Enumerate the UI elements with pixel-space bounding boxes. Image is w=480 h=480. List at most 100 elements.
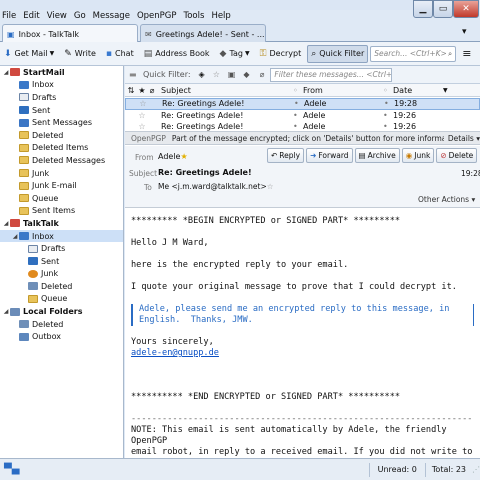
message-row[interactable]: ☆ Re: Greetings Adele! • Adele • 19:28 xyxy=(125,98,480,110)
pin-icon[interactable]: ▬ xyxy=(129,70,139,79)
contact-filter-icon[interactable]: ▣ xyxy=(228,70,236,79)
twisty-icon[interactable]: ◢ xyxy=(2,308,10,315)
star-icon[interactable]: ☆ xyxy=(138,99,148,108)
menu-view[interactable]: View xyxy=(47,11,67,21)
tag-filter-icon[interactable]: ◆ xyxy=(243,70,249,79)
email-link[interactable]: adele-en@gnupp.de xyxy=(131,348,219,358)
folder-junk-e-mail[interactable]: Junk E-mail xyxy=(0,179,123,192)
attachment-column-icon[interactable]: ⌀ xyxy=(147,86,157,95)
chat-label: Chat xyxy=(115,49,134,58)
address-book-button[interactable]: ▤ Address Book xyxy=(140,45,214,63)
menu-tools[interactable]: Tools xyxy=(183,11,204,21)
star-filter-icon[interactable]: ☆ xyxy=(213,70,220,79)
junk-column-icon[interactable]: ◦ xyxy=(383,86,393,95)
details-button[interactable]: Details ▾ xyxy=(448,134,480,143)
folder-sent-messages[interactable]: Sent Messages xyxy=(0,116,123,129)
forward-button[interactable]: ➜ Forward xyxy=(306,148,353,163)
folder-inbox[interactable]: ◢ Inbox xyxy=(0,229,123,243)
local-icon xyxy=(10,307,20,316)
read-column-icon[interactable]: ◦ xyxy=(293,86,303,95)
write-button[interactable]: ✎ Write xyxy=(60,45,100,63)
chat-icon: ▪ xyxy=(105,48,113,59)
chat-button[interactable]: ▪ Chat xyxy=(102,45,138,63)
folder-junk[interactable]: Junk xyxy=(0,268,123,281)
folder-label: Local Folders xyxy=(23,307,83,317)
inbox-icon: ▣ xyxy=(7,29,15,39)
folder-icon xyxy=(19,181,29,190)
menu-edit[interactable]: Edit xyxy=(23,11,39,21)
other-actions-button[interactable]: Other Actions ▾ xyxy=(418,195,475,204)
menu-file[interactable]: File xyxy=(2,11,16,21)
twisty-icon[interactable]: ◢ xyxy=(11,233,19,240)
decrypt-button[interactable]: ⚿ Decrypt xyxy=(256,45,306,63)
account-startmail[interactable]: ◢ StartMail xyxy=(0,66,123,79)
junk-button[interactable]: ◉ Junk xyxy=(401,148,435,163)
account-local-folders[interactable]: ◢ Local Folders xyxy=(0,305,123,318)
folder-drafts[interactable]: Drafts xyxy=(0,242,123,255)
menu-openpgp[interactable]: OpenPGP xyxy=(137,11,177,21)
folder-deleted-items[interactable]: Deleted Items xyxy=(0,142,123,155)
tab-message[interactable]: ✉ Greetings Adele! - Sent - ... ✕ xyxy=(140,24,266,43)
folder-drafts[interactable]: Drafts xyxy=(0,91,123,104)
unread-dot-icon: • xyxy=(293,122,298,132)
twisty-icon[interactable]: ◢ xyxy=(2,69,10,76)
folder-deleted[interactable]: Deleted xyxy=(0,129,123,142)
tab-inbox[interactable]: ▣ Inbox - TalkTalk xyxy=(2,24,138,43)
quick-filter-button[interactable]: ⌕ Quick Filter xyxy=(307,44,369,63)
twisty-icon[interactable]: ◢ xyxy=(2,220,10,227)
message-actions: ↶ Reply ➜ Forward ▤ Archive ◉ Junk ⊘ Delete xyxy=(267,148,478,163)
app-menu-icon[interactable]: ≡ xyxy=(458,45,475,63)
tab-list-icon[interactable]: ▾ xyxy=(462,27,467,37)
get-mail-button[interactable]: ⬇ Get Mail ▼ xyxy=(0,45,58,63)
from-column-header[interactable]: From xyxy=(303,86,383,95)
star-outline-icon[interactable]: ☆ xyxy=(267,182,274,191)
subject-column-header[interactable]: Subject xyxy=(157,86,293,95)
folder-deleted[interactable]: Deleted xyxy=(0,280,123,293)
folder-deleted-messages[interactable]: Deleted Messages xyxy=(0,154,123,167)
tag-button[interactable]: ◆ Tag ▼ xyxy=(216,45,254,63)
star-column-icon[interactable]: ★ xyxy=(137,86,147,95)
subject-label: Subject xyxy=(129,169,158,178)
folder-sent[interactable]: Sent xyxy=(0,104,123,117)
folder-queue[interactable]: Queue xyxy=(0,293,123,306)
folder-junk[interactable]: Junk xyxy=(0,167,123,180)
folder-sent-items[interactable]: Sent Items xyxy=(0,205,123,218)
attachment-filter-icon[interactable]: ⌀ xyxy=(260,70,265,79)
thread-column-icon[interactable]: ⇅ xyxy=(125,86,137,95)
get-mail-label: Get Mail xyxy=(14,49,48,58)
star-icon[interactable]: ★ xyxy=(180,152,187,161)
reply-button[interactable]: ↶ Reply xyxy=(267,148,305,163)
resize-grip-icon[interactable]: ⋰ xyxy=(472,465,480,474)
folder-label: Deleted xyxy=(32,319,64,329)
delete-button[interactable]: ⊘ Delete xyxy=(436,148,478,163)
envelope-icon: ✉ xyxy=(145,29,152,39)
folder-label: Deleted xyxy=(41,281,73,291)
quoted-text: Adele, please send me an encrypted reply… xyxy=(131,304,474,326)
archive-button[interactable]: ▤ Archive xyxy=(354,148,400,163)
unread-dot-icon: • xyxy=(293,110,298,120)
menu-help[interactable]: Help xyxy=(211,11,230,21)
to-value[interactable]: Me <j.m.ward@talktalk.net>☆ xyxy=(158,182,274,191)
tab-message-label: Greetings Adele! - Sent - ... xyxy=(155,29,265,39)
search-input[interactable]: Search... <Ctrl+K> ⌕ xyxy=(370,45,457,62)
folder-inbox[interactable]: Inbox xyxy=(0,79,123,92)
folder-outbox[interactable]: Outbox xyxy=(0,330,123,343)
unread-filter-icon[interactable]: ◈ xyxy=(199,70,205,79)
folder-deleted[interactable]: Deleted xyxy=(0,318,123,331)
message-row[interactable]: ☆ Re: Greetings Adele! • Adele • 19:26 xyxy=(125,110,480,122)
online-status-icon[interactable]: ▀▄ xyxy=(4,464,19,475)
folder-sent[interactable]: Sent xyxy=(0,255,123,268)
from-value[interactable]: Adele★ xyxy=(158,152,188,161)
folder-queue[interactable]: Queue xyxy=(0,192,123,205)
menu-go[interactable]: Go xyxy=(74,11,86,21)
star-icon[interactable]: ☆ xyxy=(137,111,147,120)
status-bar: ▀▄ Unread: 0 Total: 23 ⋰ xyxy=(0,458,480,480)
other-actions-label: Other Actions xyxy=(418,195,470,204)
account-talktalk[interactable]: ◢ TalkTalk xyxy=(0,217,123,230)
menu-message[interactable]: Message xyxy=(93,11,130,21)
star-icon[interactable]: ☆ xyxy=(137,122,147,131)
folder-label: StartMail xyxy=(23,67,65,77)
date-column-header[interactable]: Date xyxy=(393,86,443,95)
filter-messages-input[interactable]: Filter these messages... <Ctrl+Shift+K> xyxy=(270,67,393,82)
outbox-icon xyxy=(19,332,29,341)
